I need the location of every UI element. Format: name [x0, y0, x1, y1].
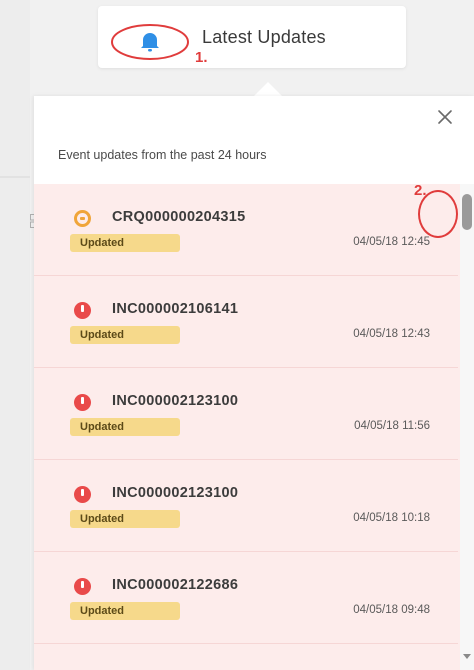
scroll-down-arrow-icon[interactable]: [463, 654, 471, 659]
list-item[interactable]: INC000002123100 Updated 04/05/18 10:18: [34, 460, 458, 552]
timestamp: 04/05/18 11:56: [354, 420, 430, 432]
ticket-number[interactable]: INC000002123100: [112, 485, 238, 501]
timestamp: 04/05/18 12:45: [353, 236, 430, 248]
annotation-2: 2.: [414, 182, 427, 199]
divider: [0, 176, 30, 178]
incident-status-icon: [74, 486, 91, 503]
annotation-1: 1.: [195, 49, 208, 66]
timestamp: 04/05/18 09:48: [353, 604, 430, 616]
panel-subtitle: Event updates from the past 24 hours: [58, 148, 267, 162]
status-badge: Updated: [70, 418, 180, 436]
list-item[interactable]: INC000002122686 Updated 04/05/18 09:48: [34, 552, 458, 644]
scrollbar-thumb[interactable]: [462, 194, 472, 230]
panel-header: Event updates from the past 24 hours: [34, 96, 474, 184]
background-strip: [0, 0, 30, 670]
list-item[interactable]: CRQ000000204315 Updated 04/05/18 12:45: [34, 184, 458, 276]
bell-icon[interactable]: [110, 23, 190, 61]
updates-panel: Event updates from the past 24 hours CRQ…: [34, 96, 474, 670]
incident-status-icon: [74, 394, 91, 411]
ticket-number[interactable]: INC000002123100: [112, 393, 238, 409]
timestamp: 04/05/18 12:43: [353, 328, 430, 340]
status-badge: Updated: [70, 602, 180, 620]
list-item[interactable]: INC000002106141 Updated 04/05/18 12:43: [34, 276, 458, 368]
bell-highlight[interactable]: [110, 23, 190, 61]
latest-updates-button[interactable]: Latest Updates: [98, 6, 406, 68]
status-badge: Updated: [70, 234, 180, 252]
timestamp: 04/05/18 10:18: [353, 512, 430, 524]
status-badge: Updated: [70, 510, 180, 528]
screen: Latest Updates 1. Event updates from the…: [0, 0, 474, 670]
ticket-number[interactable]: CRQ000000204315: [112, 209, 246, 225]
change-status-icon: [74, 210, 91, 227]
ticket-number[interactable]: INC000002106141: [112, 301, 238, 317]
ticket-number[interactable]: INC000002122686: [112, 577, 238, 593]
scrollbar-track[interactable]: [460, 184, 474, 670]
latest-updates-label: Latest Updates: [202, 27, 326, 47]
list-item[interactable]: INC000002123100 Updated 04/05/18 11:56: [34, 368, 458, 460]
close-icon[interactable]: [436, 108, 454, 126]
incident-status-icon: [74, 578, 91, 595]
updates-list[interactable]: CRQ000000204315 Updated 04/05/18 12:45 I…: [34, 184, 474, 670]
panel-caret: [254, 82, 282, 96]
incident-status-icon: [74, 302, 91, 319]
status-badge: Updated: [70, 326, 180, 344]
